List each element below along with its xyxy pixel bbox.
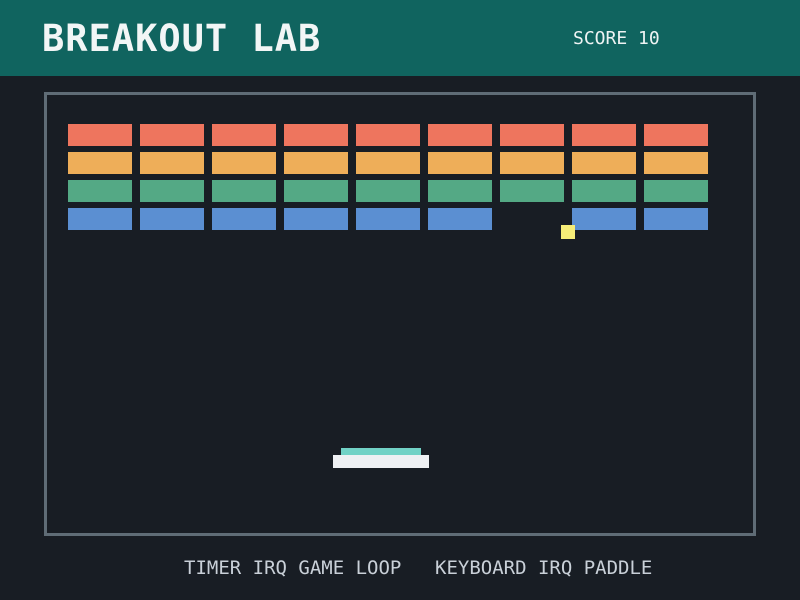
brick <box>212 180 276 202</box>
keyboard-irq-label: KEYBOARD IRQ PADDLE <box>435 557 653 579</box>
brick <box>212 124 276 146</box>
brick <box>140 208 204 230</box>
game-title: BREAKOUT LAB <box>42 17 322 60</box>
brick <box>140 152 204 174</box>
brick <box>428 124 492 146</box>
brick <box>140 180 204 202</box>
brick <box>428 208 492 230</box>
brick <box>284 208 348 230</box>
brick <box>644 208 708 230</box>
brick <box>356 152 420 174</box>
brick <box>428 152 492 174</box>
brick <box>500 152 564 174</box>
brick <box>140 124 204 146</box>
brick <box>644 124 708 146</box>
brick <box>572 152 636 174</box>
brick <box>644 152 708 174</box>
timer-irq-label: TIMER IRQ GAME LOOP <box>184 557 402 579</box>
brick <box>572 180 636 202</box>
status-footer: TIMER IRQ GAME LOOP KEYBOARD IRQ PADDLE <box>0 556 800 580</box>
brick <box>500 124 564 146</box>
score-display: SCORE 10 <box>573 28 660 49</box>
brick <box>68 180 132 202</box>
brick <box>356 124 420 146</box>
brick <box>284 152 348 174</box>
brick <box>212 208 276 230</box>
brick <box>284 180 348 202</box>
brick <box>428 180 492 202</box>
brick <box>68 152 132 174</box>
brick <box>212 152 276 174</box>
brick <box>572 208 636 230</box>
brick <box>644 180 708 202</box>
paddle[interactable] <box>333 455 429 468</box>
top-bar: BREAKOUT LAB SCORE 10 <box>0 0 800 76</box>
brick <box>572 124 636 146</box>
ball <box>561 225 575 239</box>
brick <box>284 124 348 146</box>
brick <box>68 124 132 146</box>
brick <box>500 180 564 202</box>
brick <box>68 208 132 230</box>
brick <box>356 180 420 202</box>
brick <box>356 208 420 230</box>
